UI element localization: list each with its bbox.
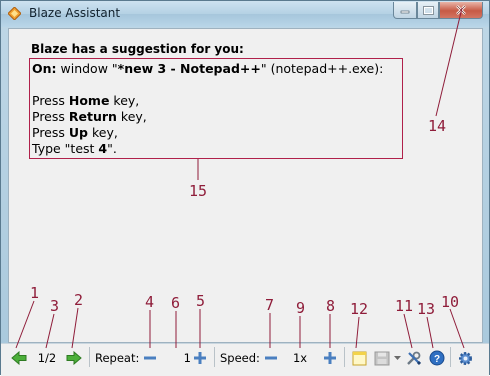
on-text-post: " (notepad++.exe): [260,61,384,76]
suggestion-heading: Blaze has a suggestion for you: [31,42,244,56]
annotation-label: 14 [428,117,447,135]
step-text: key, [87,125,118,140]
arrow-right-icon [66,351,82,365]
suggestion-step: Press Up key, [32,125,400,141]
speed-value[interactable]: 1x [285,348,315,368]
step-key: Return [68,109,117,124]
annotation-label: 6 [171,294,181,312]
next-button[interactable] [65,348,83,368]
page-counter: 1/2 [37,351,57,365]
save-button[interactable] [372,348,392,368]
title-bar[interactable]: Blaze Assistant [1,1,489,27]
annotation-label: 3 [50,297,60,315]
minus-icon [265,356,277,360]
annotation-label: 7 [265,296,275,314]
step-key: 4 [98,141,108,156]
bottom-toolbar: 1/2 Repeat: 1 Speed: 1x ? [1,343,489,376]
annotation-label: 15 [189,182,208,200]
suggestion-context-line: On: window "*new 3 - Notepad++" (notepad… [32,61,400,77]
annotation-label: 11 [395,297,414,315]
on-window-title: *new 3 - Notepad++ [117,61,261,76]
step-text: Press [32,125,69,140]
previous-button[interactable] [10,348,28,368]
speed-decrease-button[interactable] [263,348,279,368]
arrow-left-icon [11,351,27,365]
step-text: Press [32,109,69,124]
step-key: Home [68,93,110,108]
on-text-pre: window " [56,61,118,76]
chevron-down-icon [393,355,401,360]
annotation-label: 2 [74,291,84,309]
speed-increase-button[interactable] [322,348,338,368]
annotation-label: 1 [30,284,40,302]
step-text: Press [32,93,69,108]
repeat-value[interactable]: 1 [161,348,191,368]
help-icon: ? [429,350,445,366]
suggestion-step: Press Home key, [32,93,400,109]
plus-icon [194,352,206,364]
toolbar-separator [214,347,215,367]
minimize-icon [400,10,410,14]
annotation-label: 10 [441,293,460,311]
step-text: Type "test [32,141,99,156]
suggestion-step: Type "test 4". [32,141,400,157]
toolbar-separator [450,347,451,367]
annotation-label: 13 [417,300,436,318]
minimize-button[interactable] [393,2,417,19]
repeat-decrease-button[interactable] [142,348,158,368]
plus-icon [324,352,336,364]
save-dropdown-button[interactable] [393,348,401,368]
speed-label: Speed: [220,351,260,365]
annotation-label: 5 [196,292,206,310]
annotation-label: 12 [350,300,369,318]
gear-icon [458,351,472,365]
annotation-label: 8 [326,297,336,315]
tools-icon [406,351,421,365]
toolbar-separator [89,347,90,367]
suggestion-box: On: window "*new 3 - Notepad++" (notepad… [29,58,403,159]
help-button[interactable]: ? [428,348,446,368]
suggestion-step: Press Return key, [32,109,400,125]
maximize-button[interactable] [417,2,439,19]
tools-button[interactable] [404,348,422,368]
blaze-assistant-window: Blaze Assistant Blaze has a suggestion f… [0,0,490,376]
annotation-label: 4 [145,293,155,311]
repeat-label: Repeat: [95,351,140,365]
window-title: Blaze Assistant [29,6,121,20]
new-note-button[interactable] [350,348,368,368]
note-icon [352,351,366,365]
settings-button[interactable] [456,348,474,368]
maximize-icon [422,5,434,15]
svg-text:?: ? [434,354,440,365]
step-text: ". [107,141,117,156]
repeat-increase-button[interactable] [192,348,208,368]
disk-icon [374,351,390,365]
minus-icon [144,356,156,360]
toolbar-separator [344,347,345,367]
blaze-app-icon [8,7,21,20]
annotation-label: 9 [296,299,306,317]
step-key: Up [68,125,88,140]
step-text: key, [116,109,147,124]
on-label: On: [32,61,57,76]
step-text: key, [109,93,140,108]
close-icon [456,5,466,15]
close-button[interactable] [439,2,483,19]
